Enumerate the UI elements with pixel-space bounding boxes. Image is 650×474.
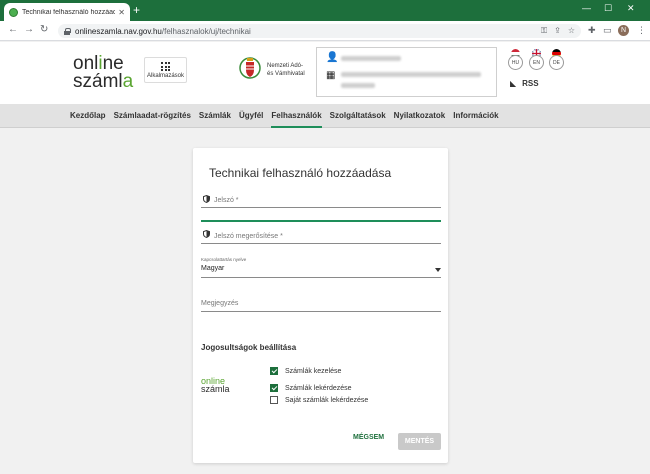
add-technical-user-card: Technikai felhasználó hozzáadása Jelszó … <box>193 148 448 463</box>
permission-query-invoices[interactable]: Számlák lekérdezése <box>270 384 352 392</box>
permission-label: Saját számlák lekérdezése <box>285 396 369 404</box>
password-underline <box>201 207 441 208</box>
share-icon[interactable]: ⇪ <box>554 26 561 36</box>
menu-kebab-icon[interactable]: ⋮ <box>637 25 646 36</box>
redacted-user-name <box>341 56 401 61</box>
contact-language-underline <box>201 277 441 278</box>
password-label: Jelszó * <box>214 197 239 204</box>
apps-label: Alkalmazások <box>146 73 184 79</box>
permissions-title: Jogosultságok beállítása <box>201 343 297 352</box>
address-bar-icons: ⚿ ⇪ ☆ <box>541 26 575 36</box>
shield-icon <box>203 230 210 238</box>
nav-crest-icon <box>239 57 261 79</box>
password-confirm-underline <box>201 243 441 244</box>
note-label: Megjegyzés <box>201 300 239 307</box>
redacted-company-line <box>341 72 481 77</box>
shield-icon <box>203 195 210 203</box>
tab-close-icon[interactable]: ✕ <box>118 8 125 17</box>
save-button[interactable]: MENTÉS <box>398 433 441 450</box>
permission-checkbox-unchecked[interactable] <box>270 396 278 404</box>
password-confirm-label: Jelszó megerősítése * <box>214 233 283 240</box>
browser-tab[interactable]: Technikai felhasználó hozzáadása ✕ <box>4 3 130 21</box>
note-field[interactable]: Megjegyzés <box>201 297 441 313</box>
nav-item-ugyfel[interactable]: Ügyfél <box>239 104 271 128</box>
extensions-icon[interactable]: ✚ <box>588 25 596 36</box>
nav-name-line1: Nemzeti Adó- <box>267 63 304 69</box>
permission-label: Számlák lekérdezése <box>285 384 352 392</box>
nav-item-kezdolap[interactable]: Kezdőlap <box>70 104 114 128</box>
minimize-icon[interactable]: — <box>582 3 591 13</box>
cancel-button[interactable]: MÉGSEM <box>353 434 384 441</box>
nav-item-nyilatkozatok[interactable]: Nyilatkozatok <box>394 104 454 128</box>
permission-checkbox-checked[interactable] <box>270 367 278 375</box>
redacted-company-line <box>341 83 375 88</box>
rss-label: RSS <box>522 79 539 88</box>
cast-icon[interactable]: ▭ <box>603 25 612 36</box>
main-navigation: Kezdőlap Számlaadat-rögzítés Számlák Ügy… <box>0 104 650 128</box>
maximize-icon[interactable]: ☐ <box>604 3 612 14</box>
language-en-button[interactable]: EN <box>529 55 544 70</box>
apps-grid-icon <box>161 62 170 71</box>
bookmark-star-icon[interactable]: ☆ <box>568 26 575 36</box>
profile-avatar[interactable]: N <box>618 25 629 36</box>
online-szamla-mini-logo: online számla <box>201 377 230 394</box>
browser-tabstrip: Technikai felhasználó hozzáadása ✕ + — ☐… <box>0 0 650 21</box>
nav-item-szamlaadat-rogzites[interactable]: Számlaadat-rögzítés <box>114 104 199 128</box>
permission-manage-invoices[interactable]: Számlák kezelése <box>270 367 341 375</box>
back-arrow-icon[interactable]: ← <box>8 24 18 36</box>
new-tab-button[interactable]: + <box>133 4 140 16</box>
permission-label: Számlák kezelése <box>285 367 342 375</box>
contact-language-label: Kapcsolattartás nyelve <box>201 257 247 262</box>
url-path: /felhasznalok/uj/technikai <box>161 26 251 36</box>
address-bar[interactable]: onlineszamla.nav.gov.hu/felhasznalok/uj/… <box>58 24 581 38</box>
browser-toolbar: ← → ↻ onlineszamla.nav.gov.hu/felhasznal… <box>0 21 650 41</box>
forward-arrow-icon[interactable]: → <box>24 24 34 36</box>
reload-icon[interactable]: ↻ <box>40 24 48 36</box>
nav-name-line2: és Vámhivatal <box>267 71 305 77</box>
url-text: onlineszamla.nav.gov.hu/felhasznalok/uj/… <box>75 27 251 36</box>
logo-part-green: a <box>122 71 134 92</box>
tab-title: Technikai felhasználó hozzáadása <box>22 8 116 16</box>
user-icon: 👤 <box>326 52 339 63</box>
mini-logo-line2: számla <box>201 384 230 394</box>
language-de-button[interactable]: DE <box>549 55 564 70</box>
window-close-icon[interactable]: ✕ <box>627 3 635 14</box>
company-building-icon: ▦ <box>326 70 336 81</box>
note-underline <box>201 311 441 312</box>
nav-item-szamlak[interactable]: Számlák <box>199 104 239 128</box>
logo-part: száml <box>73 71 123 92</box>
contact-language-value: Magyar <box>201 265 225 272</box>
online-szamla-logo[interactable]: online számla <box>73 54 134 92</box>
url-host: onlineszamla.nav.gov.hu <box>75 26 162 36</box>
nav-item-felhasznalok[interactable]: Felhasználók <box>271 104 329 128</box>
form-title: Technikai felhasználó hozzáadása <box>209 166 392 180</box>
nav-item-szolgaltatasok[interactable]: Szolgáltatások <box>330 104 394 128</box>
password-focus-underline <box>201 220 441 222</box>
permission-query-own-invoices[interactable]: Saját számlák lekérdezése <box>270 396 368 404</box>
key-icon[interactable]: ⚿ <box>541 26 547 36</box>
chevron-down-icon <box>435 268 441 272</box>
rss-link[interactable]: ◣ RSS <box>510 79 539 88</box>
apps-button[interactable]: Alkalmazások <box>144 57 187 83</box>
contact-language-select[interactable]: Kapcsolattartás nyelve Magyar <box>201 257 441 283</box>
nav-item-informaciok[interactable]: Információk <box>453 104 506 128</box>
site-favicon-icon <box>9 7 18 17</box>
permission-checkbox-checked[interactable] <box>270 384 278 392</box>
lock-icon[interactable] <box>64 27 71 35</box>
password-field[interactable]: Jelszó * <box>201 192 441 222</box>
language-hu-button[interactable]: HU <box>508 55 523 70</box>
nav-name: Nemzeti Adó- és Vámhivatal <box>267 62 305 78</box>
password-confirm-field[interactable]: Jelszó megerősítése * <box>201 230 441 246</box>
rss-icon: ◣ <box>510 79 517 88</box>
user-info-box: 👤 ▦ <box>316 47 497 97</box>
